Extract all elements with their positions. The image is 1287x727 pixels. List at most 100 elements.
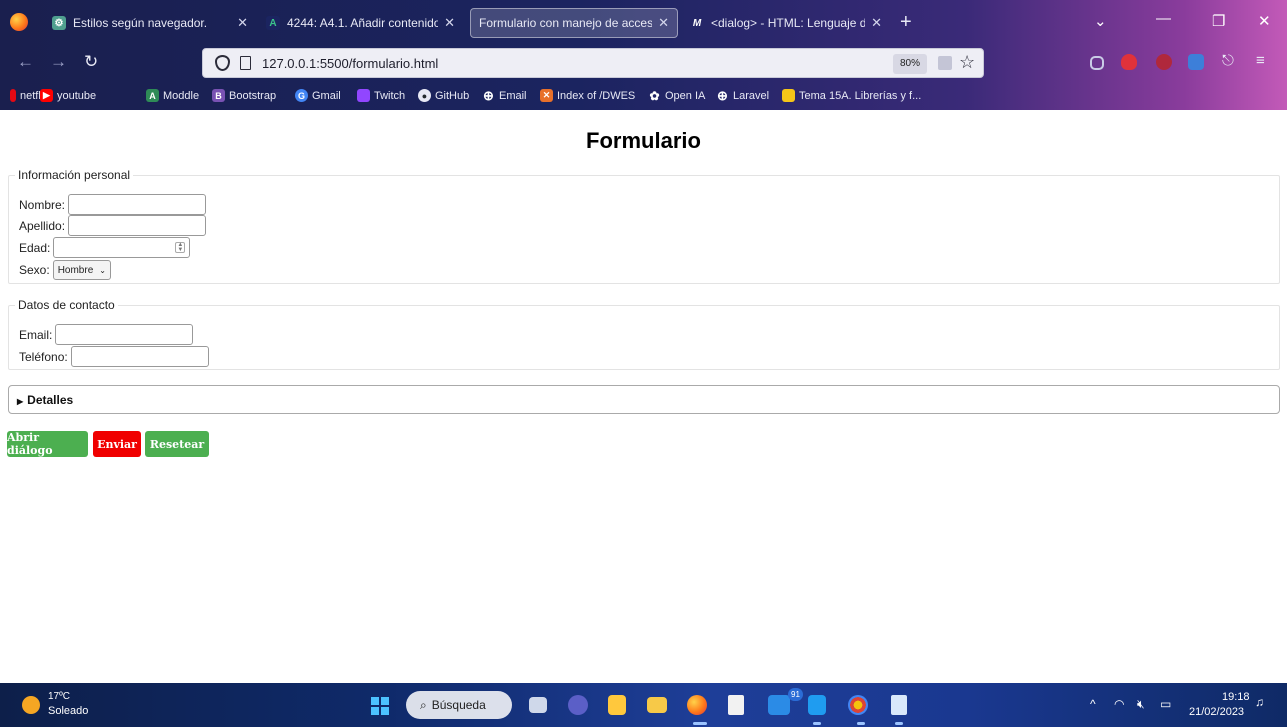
bookmark-youtube[interactable]: ▶ youtube (40, 89, 96, 102)
file-explorer-icon[interactable] (647, 697, 667, 713)
page-info-icon[interactable] (240, 56, 251, 70)
restore-icon[interactable]: ❐ (1212, 12, 1225, 30)
number-spinner-icon[interactable]: ▲ ▼ (175, 242, 186, 253)
mail-icon[interactable] (768, 695, 790, 715)
bookmark-moddle[interactable]: A Moddle (146, 89, 199, 102)
wifi-icon[interactable]: ◠ (1114, 697, 1124, 711)
taskbar-search[interactable]: ⌕ Búsqueda (406, 691, 512, 719)
close-icon[interactable]: ✕ (871, 15, 882, 31)
mail-unread-badge: 91 (788, 688, 803, 701)
reload-icon[interactable]: ↻ (84, 53, 98, 71)
bookmark-bootstrap[interactable]: B Bootstrap (212, 89, 276, 102)
ad-block-icon[interactable] (1121, 54, 1137, 70)
edad-number-input[interactable]: ▲ ▼ (53, 237, 191, 258)
row-telefono: Teléfono: (19, 346, 209, 367)
email-input[interactable] (55, 324, 194, 345)
weather-temperature[interactable]: 17ºC (48, 691, 70, 702)
bookmark-laravel[interactable]: ⊕ Laravel (716, 88, 769, 103)
windows-start-icon[interactable] (371, 697, 389, 715)
bookmark-twitch[interactable]: Twitch (357, 89, 405, 102)
moodle-icon: A (146, 89, 159, 102)
teams-chat-icon[interactable] (568, 695, 588, 715)
twitch-icon (357, 89, 370, 102)
fieldset-datos-contacto: Datos de contacto Email: Teléfono: (8, 298, 1280, 370)
show-hidden-icons-chevron[interactable]: ^ (1090, 697, 1096, 711)
bookmark-tema-15a[interactable]: Tema 15A. Librerías y f... (782, 89, 921, 102)
sunny-weather-icon[interactable] (22, 696, 40, 714)
url-text[interactable]: 127.0.0.1:5500/formulario.html (262, 56, 438, 71)
volume-muted-icon[interactable]: 🔇︎ (1137, 697, 1145, 712)
telefono-input[interactable] (70, 346, 209, 367)
task-view-icon[interactable] (529, 697, 547, 713)
share-icon[interactable]: ⎋ (1222, 52, 1238, 69)
weather-description[interactable]: Soleado (48, 705, 88, 717)
windows-taskbar: 17ºC Soleado ⌕ Búsqueda 91 ^ ◠ 🔇︎ ▭ 19:1… (0, 683, 1287, 727)
menu-hamburger-icon[interactable]: ≡ (1256, 52, 1272, 69)
clock-date[interactable]: 21/02/2023 (1189, 706, 1244, 718)
pocket-icon[interactable] (1090, 56, 1104, 70)
folder-note-icon (782, 89, 795, 102)
bookmark-index-dwes[interactable]: ✕ Index of /DWES (540, 89, 635, 102)
chevron-down-icon: ⌄ (99, 265, 106, 275)
bookmark-email[interactable]: ⊕ Email (482, 87, 526, 103)
abrir-dialogo-button[interactable]: Abrir diálogo (7, 431, 88, 457)
globe-icon: ⊕ (483, 87, 494, 103)
sexo-selected-value: Hombre (57, 264, 94, 276)
bookmark-star-icon[interactable]: ☆ (959, 52, 975, 73)
battery-icon[interactable]: ▭ (1160, 697, 1171, 711)
tab-estilos[interactable]: ⚙ Estilos según navegador. ✕ (44, 8, 256, 38)
firefox-logo-icon[interactable] (10, 13, 28, 31)
sexo-select[interactable]: Hombre ⌄ (52, 260, 111, 280)
tab-mdn-dialog[interactable]: M <dialog> - HTML: Lenguaje de ✕ (682, 8, 890, 38)
new-tab-plus-icon[interactable]: + (900, 12, 912, 32)
clock-time[interactable]: 19:18 (1222, 691, 1250, 703)
open-app-indicator (857, 722, 865, 725)
youtube-icon: ▶ (40, 89, 53, 102)
close-icon[interactable]: ✕ (444, 15, 455, 31)
close-icon[interactable]: ✕ (658, 15, 669, 31)
apellido-input[interactable] (68, 215, 207, 236)
forward-arrow-icon[interactable]: → (50, 53, 67, 71)
fieldset-informacion-personal: Información personal Nombre: Apellido: E… (8, 168, 1280, 284)
bookmark-github[interactable]: ● GitHub (418, 89, 469, 102)
browser-chrome: ⚙ Estilos según navegador. ✕ A 4244: A4.… (0, 0, 1287, 110)
document-app-icon[interactable] (891, 695, 907, 715)
resetear-button[interactable]: Resetear (145, 431, 209, 457)
close-icon[interactable]: ✕ (237, 15, 248, 31)
tab-formulario[interactable]: Formulario con manejo de accesibil ✕ (470, 8, 678, 38)
address-bar[interactable]: 127.0.0.1:5500/formulario.html 80% ☆ (202, 48, 984, 78)
openai-icon: ✿ (649, 88, 660, 103)
tab-list-chevron-icon[interactable]: ⌄ (1094, 12, 1107, 30)
tab-moodle[interactable]: A 4244: A4.1. Añadir contenido int ✕ (258, 8, 463, 38)
moodle-a-icon: A (266, 16, 280, 30)
zoom-level[interactable]: 80% (893, 54, 927, 74)
back-arrow-icon[interactable]: ← (17, 53, 34, 71)
google-icon: G (295, 89, 308, 102)
tracking-shield-icon[interactable] (215, 55, 230, 71)
notification-bell-icon[interactable]: ♫ (1255, 695, 1264, 709)
bookmarks-bar: netflix ▶ youtube A Moddle B Bootstrap G… (0, 82, 1287, 110)
row-edad: Edad: ▲ ▼ (19, 237, 191, 258)
chrome-icon[interactable] (848, 695, 868, 715)
translate-icon[interactable] (938, 56, 952, 70)
active-app-indicator (693, 722, 707, 725)
search-icon: ⌕ (420, 697, 427, 712)
bookmark-open-ia[interactable]: ✿ Open IA (648, 88, 705, 103)
row-sexo: Sexo: Hombre ⌄ (19, 260, 111, 280)
nombre-input[interactable] (68, 194, 207, 215)
translator-extension-icon[interactable] (1188, 54, 1204, 70)
open-app-indicator (813, 722, 821, 725)
minimize-icon[interactable]: — (1156, 10, 1171, 27)
ublock-origin-icon[interactable] (1156, 54, 1172, 70)
details-summary[interactable]: ▶ Detalles (8, 385, 1280, 414)
close-window-icon[interactable]: ✕ (1258, 12, 1271, 30)
vscode-icon[interactable] (808, 695, 826, 715)
bookmark-gmail[interactable]: G Gmail (295, 89, 341, 102)
row-email: Email: (19, 324, 194, 345)
enviar-button[interactable]: Enviar (93, 431, 141, 457)
notepad-icon[interactable] (728, 695, 744, 715)
row-apellido: Apellido: (19, 215, 207, 236)
disclosure-triangle-icon: ▶ (17, 397, 24, 406)
sticky-notes-icon[interactable] (608, 695, 626, 715)
firefox-taskbar-icon[interactable] (687, 695, 707, 715)
